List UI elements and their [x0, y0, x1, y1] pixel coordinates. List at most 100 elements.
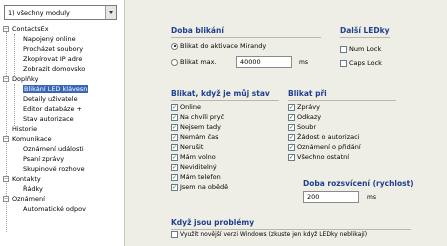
chevron-down-icon[interactable] [105, 6, 116, 19]
checkbox-label: Mám volno [180, 153, 216, 161]
tree-item-label: Blikání LED klávesn [23, 85, 89, 93]
checkbox-label: Jsem na obědě [180, 183, 229, 191]
checkbox-label: Oznámení o přidání [297, 143, 361, 151]
checkbox-label: Caps Lock [349, 59, 382, 67]
checkbox-caps-lock[interactable]: Caps Lock [340, 58, 382, 68]
checkbox-status-occupied[interactable]: ✓ Nemám čas [171, 132, 219, 142]
check-icon[interactable]: ✓ [171, 163, 178, 171]
check-icon[interactable]: ✓ [288, 133, 295, 141]
collapse-icon[interactable]: − [3, 176, 9, 182]
section-title-blink-duration: Doba blikání [171, 26, 224, 35]
blink-max-input[interactable]: 40000 [236, 56, 292, 68]
divider [340, 37, 390, 38]
checkbox-event-urls[interactable]: ✓ Odkazy [288, 112, 321, 122]
checkbox-event-other[interactable]: ✓ Všechno ostatní [288, 152, 349, 162]
checkbox-label: Všechno ostatní [297, 153, 350, 161]
check-icon[interactable]: ✓ [288, 103, 295, 111]
collapse-icon[interactable]: − [3, 136, 9, 142]
checkbox-status-dnd[interactable]: ✓ Nerušit [171, 142, 203, 152]
checkbox-event-messages[interactable]: ✓ Zprávy [288, 102, 320, 112]
radio-blink-max[interactable]: Blikat max. [171, 57, 217, 67]
checkbox-label: Zprávy [297, 103, 320, 111]
tree-node-doplnky[interactable]: − Doplňky [3, 74, 38, 84]
check-icon[interactable]: ✓ [171, 113, 178, 121]
tree-item[interactable]: Stav autorizace [23, 114, 74, 124]
tree-item[interactable]: Skupinové rozhove [23, 164, 85, 174]
tree-item[interactable]: Řádky [23, 184, 43, 194]
tree-node-kontakty[interactable]: − Kontakty [3, 174, 41, 184]
checkbox-status-free-for-chat[interactable]: ✓ Mám volno [171, 152, 216, 162]
radio-icon[interactable] [171, 58, 178, 66]
tree-item[interactable]: Oznámení události [23, 144, 84, 154]
divider [171, 37, 321, 38]
checkbox-label: Nemám čas [180, 133, 219, 141]
checkbox-status-on-phone[interactable]: ✓ Mám telefon [171, 172, 221, 182]
check-icon[interactable]: ✓ [288, 113, 295, 121]
check-icon[interactable]: ✓ [288, 153, 295, 161]
radio-blink-until-active[interactable]: Blikat do aktivace Mirandy [171, 41, 266, 51]
check-icon[interactable]: ✓ [171, 183, 178, 191]
checkbox-label: Na chvíli pryč [180, 113, 225, 121]
tree-node-contactsex[interactable]: − ContactsEx [3, 24, 49, 34]
checkbox-icon[interactable] [171, 231, 178, 238]
checkbox-label: Neviditelný [180, 163, 217, 171]
checkbox-use-newer-windows[interactable]: Využít novější verzi Windows (zkuste jen… [171, 230, 367, 240]
tree-guide-line [14, 84, 15, 126]
tree-node-historie[interactable]: Historie [12, 124, 37, 134]
radio-label: Blikat do aktivace Mirandy [180, 42, 267, 50]
check-icon[interactable]: ✓ [171, 143, 178, 151]
check-icon[interactable]: ✓ [288, 143, 295, 151]
collapse-icon[interactable]: − [3, 26, 9, 32]
checkbox-event-added[interactable]: ✓ Oznámení o přidání [288, 142, 361, 152]
checkbox-status-lunch[interactable]: ✓ Jsem na obědě [171, 182, 228, 192]
check-icon[interactable]: ✓ [171, 133, 178, 141]
divider [171, 100, 279, 101]
delay-input[interactable]: 200 [303, 191, 359, 203]
tree-item[interactable]: Zkopírovat IP adre [23, 54, 82, 64]
checkbox-icon[interactable] [340, 45, 347, 53]
left-pane: 1) všechny moduly − ContactsEx Napojený … [0, 0, 124, 246]
check-icon[interactable]: ✓ [171, 153, 178, 161]
checkbox-label: Mám telefon [180, 173, 221, 181]
tree-node-label: Komunikace [12, 135, 52, 143]
check-icon[interactable]: ✓ [288, 123, 295, 131]
checkbox-label: Num Lock [349, 45, 382, 53]
tree-item[interactable]: Automatické odpov [23, 204, 86, 214]
check-icon[interactable]: ✓ [171, 103, 178, 111]
tree-guide-line [14, 34, 15, 76]
tree-item[interactable]: Zobrazit domovsko [23, 64, 85, 74]
check-icon[interactable]: ✓ [171, 123, 178, 131]
tree-item[interactable]: Napojený online [23, 34, 76, 44]
module-select[interactable]: 1) všechny moduly [4, 5, 117, 20]
checkbox-status-na[interactable]: ✓ Nejsem tady [171, 122, 221, 132]
tree-item-selected[interactable]: Blikání LED klávesn [23, 84, 89, 94]
tree-item-label: Oznámení události [23, 145, 84, 153]
checkbox-status-online[interactable]: ✓ Online [171, 102, 201, 112]
tree-item[interactable]: Psaní zprávy [23, 154, 64, 164]
checkbox-event-auth-request[interactable]: ✓ Žádost o autorizaci [288, 132, 359, 142]
tree-node-label: Oznámení [12, 195, 45, 203]
checkbox-status-invisible[interactable]: ✓ Neviditelný [171, 162, 217, 172]
tree-item[interactable]: Editor databáze + [23, 104, 82, 114]
checkbox-status-away[interactable]: ✓ Na chvíli pryč [171, 112, 224, 122]
section-title-blink-status: Blikat, když je můj stav [171, 89, 270, 98]
tree-node-komunikace[interactable]: − Komunikace [3, 134, 52, 144]
checkbox-label: Využít novější verzi Windows (zkuste jen… [180, 231, 368, 238]
checkbox-label: Soubr [297, 123, 317, 131]
checkbox-num-lock[interactable]: Num Lock [340, 44, 381, 54]
tree-item-label: Procházet soubory [23, 45, 84, 53]
tree-node-oznameni[interactable]: − Oznámení [3, 194, 45, 204]
collapse-icon[interactable]: − [3, 196, 9, 202]
options-panel: Doba blikání Blikat do aktivace Mirandy … [124, 0, 447, 246]
tree-item[interactable]: Procházet soubory [23, 44, 83, 54]
radio-icon[interactable] [171, 42, 178, 50]
section-title-blink-on: Blikat při [288, 89, 327, 98]
checkbox-event-files[interactable]: ✓ Soubr [288, 122, 316, 132]
checkbox-icon[interactable] [340, 59, 347, 67]
settings-tree[interactable]: − ContactsEx Napojený online Procházet s… [3, 24, 122, 246]
tree-item[interactable]: Detaily uživatele [23, 94, 78, 104]
blink-max-unit: ms [299, 59, 308, 66]
check-icon[interactable]: ✓ [171, 173, 178, 181]
tree-item-label: Napojený online [23, 35, 76, 43]
collapse-icon[interactable]: − [3, 76, 9, 82]
